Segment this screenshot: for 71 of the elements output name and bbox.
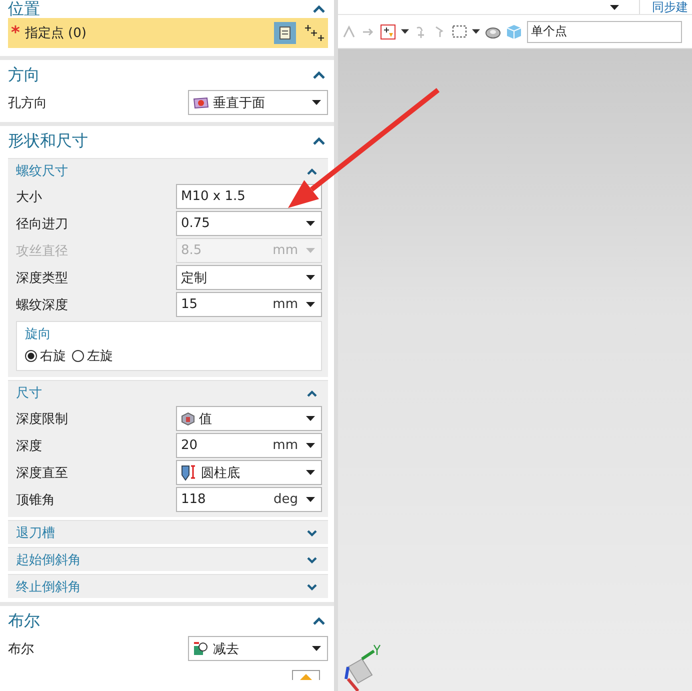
caret-icon [306,416,315,421]
field-label: 深度类型 [16,270,68,286]
collapse-chevron-icon[interactable] [312,136,326,146]
caret-icon[interactable] [472,29,480,34]
caret-icon [306,221,315,226]
collapse-chevron-icon[interactable] [312,4,326,14]
field-label: 大小 [16,188,42,206]
field-label: 径向进刀 [16,216,68,232]
caret-icon [312,100,321,105]
collapse-chevron-icon[interactable] [306,528,318,538]
dropdown[interactable]: 20 mm [176,433,322,458]
group-title: 尺寸 [16,385,42,402]
dropdown[interactable]: 0.75 [176,211,322,236]
field-label: 螺纹深度 [16,296,68,314]
caret-icon [306,302,315,307]
select-filter-icon[interactable] [380,24,396,40]
unit-label: mm [272,297,298,312]
box-select-icon[interactable] [452,25,467,38]
subtract-icon [193,642,209,656]
field-label: 顶锥角 [16,492,55,508]
field-label: 指定点 (0) [24,25,86,42]
unit-label: deg [273,492,298,507]
body-icon[interactable] [485,24,501,38]
required-mark: * [11,24,20,42]
group-title: 螺纹尺寸 [16,163,68,180]
group-title: 终止倒斜角 [16,579,81,596]
section-title: 位置 [8,0,40,18]
field-label: 攻丝直径 [16,242,68,260]
collapse-chevron-icon[interactable] [306,556,318,564]
unit-label: mm [272,438,298,453]
group-title: 起始倒斜角 [16,552,81,569]
radio-option[interactable]: 右旋 [25,347,66,365]
section-title: 形状和尺寸 [8,132,88,150]
dropdown[interactable]: 减去 [188,636,328,661]
collapse-chevron-icon[interactable] [312,70,326,80]
group-title: 退刀槽 [16,525,55,542]
group-title: 旋向 [25,326,52,343]
dropdown[interactable]: 定制 [176,265,322,290]
drill-depth-icon [181,464,197,480]
caret-icon [306,275,315,280]
caret-icon[interactable] [401,29,409,34]
face-normal-icon [193,96,209,108]
dropdown[interactable]: 118 deg [176,487,322,512]
collapse-chevron-icon[interactable] [306,166,318,176]
field-label: 深度 [16,438,42,454]
dropdown[interactable]: 15 mm [176,292,322,317]
field-label: 孔方向 [8,94,47,112]
section-title: 方向 [8,66,40,84]
caret-icon [306,248,315,253]
caret-icon[interactable] [610,4,619,10]
section-title: 布尔 [8,612,40,630]
field-label: 深度限制 [16,410,68,428]
collapse-chevron-icon[interactable] [306,582,318,592]
unit-label: mm [272,243,298,258]
dropdown[interactable]: 值 [176,406,322,431]
caret-icon [306,497,315,502]
caret-icon [312,646,321,651]
cube-icon [181,412,195,426]
collapse-chevron-icon[interactable] [306,388,318,398]
dropdown[interactable]: 圆柱底 [176,460,322,485]
caret-icon [306,470,315,475]
filter-dropdown[interactable]: 单个点 [527,20,682,42]
field-label: 布尔 [8,640,34,658]
dropdown[interactable]: 垂直于面 [188,90,328,115]
field-label: 深度直至 [16,464,68,482]
caret-icon [306,443,315,448]
radio-option[interactable]: 左旋 [72,347,113,365]
ribbon-tab[interactable]: 同步建 [639,0,688,14]
collapse-chevron-icon[interactable] [312,616,326,626]
solid-body-icon[interactable] [292,670,320,680]
point-dialog-icon[interactable] [274,22,296,44]
